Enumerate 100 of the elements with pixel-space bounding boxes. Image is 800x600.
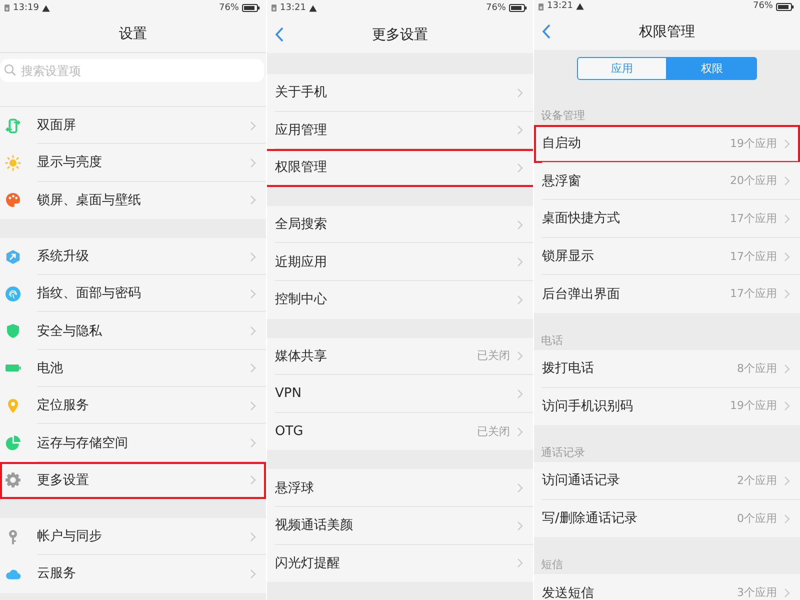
settings-item[interactable]: 拨打电话 8个应用	[534, 350, 800, 388]
detail-text: 已关闭	[477, 349, 510, 364]
settings-item[interactable]: 访问通话记录 2个应用	[534, 462, 800, 500]
chevron-icon	[784, 588, 790, 598]
settings-item[interactable]: 访问手机识别码 19个应用	[534, 388, 800, 426]
settings-item[interactable]: 运存与存储空间	[0, 424, 266, 462]
chevron-icon	[784, 214, 790, 224]
chevron-icon	[517, 558, 523, 568]
settings-item[interactable]: OTG 已关闭	[267, 412, 533, 450]
back-icon[interactable]	[542, 24, 551, 39]
chevron-icon	[250, 252, 256, 262]
battery-percent: 76%	[752, 1, 773, 12]
settings-item[interactable]: 显示与亮度	[0, 144, 266, 182]
battery-icon	[509, 4, 527, 12]
chevron-icon	[784, 138, 790, 149]
detail-text: 17个应用	[730, 212, 777, 226]
detail-text: 2个应用	[737, 474, 777, 488]
section-header: 电话	[541, 334, 563, 348]
search-field[interactable]: 搜索设置项	[0, 59, 264, 82]
section-header: 短信	[541, 558, 563, 572]
battery-percent: 76%	[218, 2, 239, 14]
chevron-icon	[784, 476, 790, 486]
settings-item[interactable]: 更多设置	[0, 462, 266, 499]
chevron-icon	[517, 257, 523, 268]
screen-title: 设置	[119, 25, 147, 43]
settings-item[interactable]: 悬浮窗 20个应用	[534, 162, 800, 200]
detail-text: 已关闭	[477, 424, 510, 439]
chevron-icon	[250, 158, 256, 168]
triangle-icon	[576, 3, 584, 10]
sim-card-icon	[271, 4, 277, 12]
chevron-icon	[250, 438, 256, 448]
chevron-icon	[250, 532, 256, 542]
settings-item[interactable]: 写/删除通话记录 0个应用	[534, 500, 800, 538]
settings-item[interactable]: 发送短信 3个应用	[534, 574, 800, 600]
search-icon	[4, 64, 16, 76]
chevron-icon	[250, 288, 256, 299]
settings-item[interactable]: 悬浮球	[267, 469, 533, 507]
triangle-icon	[308, 4, 317, 12]
chevron-icon	[517, 351, 523, 362]
settings-item[interactable]: 安全与隐私	[0, 312, 266, 350]
settings-item[interactable]: 电池	[0, 350, 266, 388]
sim-card-icon	[538, 2, 544, 10]
chevron-icon	[784, 401, 790, 412]
battery-percent: 76%	[486, 2, 506, 14]
screen-title: 权限管理	[639, 22, 695, 40]
chevron-icon	[517, 483, 523, 494]
settings-item[interactable]: 帐户与同步	[0, 518, 266, 556]
battery-icon	[242, 4, 260, 12]
settings-item[interactable]: 指纹、面部与密码	[0, 275, 266, 312]
settings-item[interactable]: 桌面快捷方式 17个应用	[534, 200, 800, 238]
section-header: 通话记录	[541, 446, 585, 460]
detail-text: 19个应用	[730, 399, 777, 414]
settings-item[interactable]: 自启动 19个应用	[534, 125, 800, 163]
settings-item[interactable]: 全局搜索	[267, 206, 533, 244]
sim-card-icon	[4, 4, 10, 12]
chevron-icon	[250, 400, 256, 411]
settings-item[interactable]: 视频通话美颜	[267, 506, 533, 545]
chevron-icon	[517, 162, 523, 173]
settings-item[interactable]: 云服务	[0, 555, 266, 593]
chevron-icon	[250, 326, 256, 336]
settings-item[interactable]: 锁屏显示 17个应用	[534, 238, 800, 276]
chevron-icon	[517, 220, 523, 230]
settings-item[interactable]: 定位服务	[0, 387, 266, 424]
settings-item[interactable]: 控制中心	[267, 280, 533, 319]
settings-item[interactable]: 后台弹出界面 17个应用	[534, 275, 800, 313]
chevron-icon	[784, 514, 790, 524]
chevron-icon	[250, 475, 256, 486]
detail-text: 17个应用	[730, 287, 777, 302]
settings-item[interactable]: 锁屏、桌面与壁纸	[0, 182, 266, 219]
detail-text: 17个应用	[730, 250, 777, 264]
status-time: 13:19	[13, 2, 39, 14]
detail-text: 3个应用	[737, 586, 777, 600]
chevron-icon	[517, 125, 523, 136]
settings-item[interactable]: 媒体共享 已关闭	[267, 338, 533, 376]
settings-item[interactable]: 权限管理	[267, 149, 533, 187]
chevron-icon	[517, 388, 523, 399]
chevron-icon	[784, 252, 790, 262]
detail-text: 0个应用	[737, 512, 777, 526]
detail-text: 20个应用	[730, 174, 777, 188]
back-icon[interactable]	[275, 27, 284, 42]
settings-item[interactable]: 应用管理	[267, 112, 533, 150]
chevron-icon	[250, 195, 256, 206]
chevron-icon	[784, 289, 790, 300]
battery-icon	[776, 2, 794, 10]
chevron-icon	[517, 294, 523, 305]
settings-item[interactable]: 双面屏	[0, 107, 266, 144]
chevron-icon	[517, 426, 523, 437]
status-time: 13:21	[280, 2, 306, 14]
settings-item[interactable]: 近期应用	[267, 243, 533, 281]
settings-item[interactable]: VPN	[267, 375, 533, 413]
chevron-icon	[784, 176, 790, 186]
settings-item[interactable]: 关于手机	[267, 74, 533, 112]
detail-text: 8个应用	[737, 362, 777, 376]
screen-title: 更多设置	[372, 26, 428, 44]
chevron-icon	[250, 568, 256, 579]
settings-item[interactable]: 系统升级	[0, 238, 266, 276]
status-time: 13:21	[547, 1, 573, 12]
triangle-icon	[42, 4, 50, 12]
settings-item[interactable]: 闪光灯提醒	[267, 544, 533, 582]
chevron-icon	[517, 520, 523, 531]
